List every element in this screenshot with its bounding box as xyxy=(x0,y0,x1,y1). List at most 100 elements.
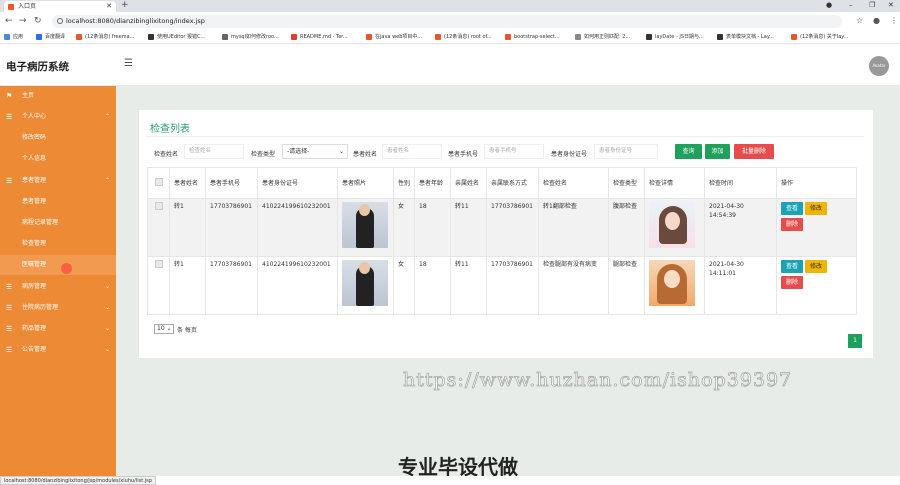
sidebar-group-drugs[interactable]: ☰ 药品管理 ⌄ xyxy=(0,319,116,339)
bookmark-item[interactable]: (12条消息) root of... xyxy=(435,31,501,43)
delete-button[interactable]: 删除 xyxy=(781,276,803,289)
patient-phone-input[interactable]: 患者手机号 xyxy=(484,144,544,159)
page-title: 检查列表 xyxy=(150,124,190,135)
forward-icon[interactable]: → xyxy=(19,15,27,27)
bookmark-item[interactable]: 使用UEditor 报错C... xyxy=(148,31,218,43)
add-button[interactable]: 添加 xyxy=(705,144,730,159)
search-button[interactable]: 查询 xyxy=(675,144,702,159)
cell-gender: 女 xyxy=(393,198,415,257)
bookmark-icon xyxy=(575,34,581,40)
patient-idcard-input[interactable]: 患者身份证号 xyxy=(594,144,658,159)
chevron-down-icon: ⌄ xyxy=(104,304,110,311)
maximize-icon[interactable]: ❐ xyxy=(869,0,875,11)
edit-button[interactable]: 修改 xyxy=(805,202,827,215)
sidebar-item-course-records[interactable]: 病程记录管理 xyxy=(0,213,116,233)
url-text: localhost:8080/dianzibinglixitong/index.… xyxy=(66,17,205,25)
chevron-down-icon: ⌄ xyxy=(104,325,110,332)
cell-relative: 转11 xyxy=(450,198,487,257)
menu-icon: ☰ xyxy=(6,177,13,185)
close-tab-icon[interactable]: ✕ xyxy=(106,1,112,12)
view-button[interactable]: 查看 xyxy=(781,260,803,273)
delete-button[interactable]: 删除 xyxy=(781,218,803,231)
bookmark-icon xyxy=(76,34,82,40)
bookmark-item[interactable]: 百度翻译 xyxy=(36,31,72,43)
bookmark-item[interactable]: bootstrap-select... xyxy=(505,31,571,43)
menu-dots-icon[interactable]: ⋮ xyxy=(890,15,898,27)
cell-patient: 转1 xyxy=(169,198,206,257)
sidebar: ⚑ 主页 ☰ 个人中心 ⌃ 修改密码 个人信息 ☰ 患者管理 ⌃ 患者管理 病程记录管理 … xyxy=(0,86,116,476)
bookmark-star-icon[interactable]: ☆ xyxy=(856,15,863,27)
sidebar-item-orders[interactable]: 医嘱管理 xyxy=(0,255,116,275)
close-window-icon[interactable]: ✕ xyxy=(888,0,894,11)
column-header: 患者手机号 xyxy=(205,167,258,199)
column-header: 患者姓名 xyxy=(169,167,206,199)
row-checkbox[interactable] xyxy=(154,202,163,210)
url-input[interactable]: localhost:8080/dianzibinglixitong/index.… xyxy=(52,15,842,28)
bookmark-item[interactable]: 如何用正则匹配: 2... xyxy=(575,31,641,43)
cell-relative-phone: 17703786901 xyxy=(486,198,539,257)
page-number-button[interactable]: 1 xyxy=(848,334,862,348)
view-button[interactable]: 查看 xyxy=(781,202,803,215)
sidebar-item-patient-mgmt[interactable]: 患者管理 xyxy=(0,192,116,212)
cell-phone: 17703786901 xyxy=(205,198,258,257)
cell-relative: 转11 xyxy=(450,256,487,315)
profile-indicator-icon[interactable]: ● xyxy=(826,0,832,11)
column-header: 性别 xyxy=(393,167,415,199)
table-row: 转1 17703786901 410224199610232001 女 18 转… xyxy=(147,198,857,257)
sidebar-item-check-mgmt[interactable]: 检查管理 xyxy=(0,234,116,254)
avatar[interactable]: Avatar xyxy=(869,56,889,76)
check-table: 患者姓名 患者手机号 患者身份证号 患者照片 性别 患者年龄 亲属姓名 亲属联系… xyxy=(147,167,857,315)
sidebar-item-home[interactable]: ⚑ 主页 xyxy=(0,86,116,106)
check-type-select[interactable]: -请选择- ⌄ xyxy=(282,144,348,159)
new-tab-icon[interactable]: + xyxy=(121,0,129,11)
sidebar-item-change-password[interactable]: 修改密码 xyxy=(0,128,116,148)
menu-icon: ☰ xyxy=(6,304,13,312)
back-icon[interactable]: ← xyxy=(5,15,13,27)
bookmark-item[interactable]: 在java web项目中... xyxy=(366,31,432,43)
minimize-icon[interactable]: – xyxy=(849,0,853,11)
bookmark-item[interactable]: 应用 xyxy=(4,31,34,43)
site-info-icon[interactable] xyxy=(57,18,63,24)
browser-tab[interactable]: 入口页 ✕ xyxy=(4,1,116,12)
sidebar-toggle-icon[interactable]: ☰ xyxy=(124,58,133,69)
sidebar-group-inpatient[interactable]: ☰ 住院病历管理 ⌄ xyxy=(0,298,116,318)
sidebar-group-wards[interactable]: ☰ 病房管理 ⌄ xyxy=(0,277,116,297)
page-size-select[interactable]: 10 ⌄ xyxy=(154,324,174,334)
sidebar-item-personal-info[interactable]: 个人信息 xyxy=(0,149,116,169)
filter-label: 检查姓名 xyxy=(154,151,179,158)
patient-photo xyxy=(342,260,388,306)
bookmark-item[interactable]: (12条消息) freema... xyxy=(76,31,145,43)
filter-label: 患者身份证号 xyxy=(551,151,588,158)
sidebar-group-notices[interactable]: ☰ 公告管理 ⌄ xyxy=(0,340,116,360)
address-bar: ← → ↻ localhost:8080/dianzibinglixitong/… xyxy=(0,12,900,30)
column-header: 检查类型 xyxy=(608,167,645,199)
status-url: localhost:8080/dianzibinglixitong/jsp/mo… xyxy=(0,476,156,485)
select-all-checkbox[interactable] xyxy=(154,177,163,186)
column-header: 检查详情 xyxy=(644,167,705,199)
reload-icon[interactable]: ↻ xyxy=(34,15,42,27)
column-header: 检查时间 xyxy=(704,167,777,199)
bookmark-icon xyxy=(435,34,441,40)
cell-patient: 转1 xyxy=(169,256,206,315)
bookmark-item[interactable]: mysql如何修改roo... xyxy=(222,31,288,43)
account-icon[interactable]: ● xyxy=(873,15,880,27)
menu-icon: ☰ xyxy=(6,113,13,121)
patient-photo xyxy=(342,202,388,248)
edit-button[interactable]: 修改 xyxy=(805,260,827,273)
filter-label: 检查类型 xyxy=(251,151,276,158)
cell-age: 18 xyxy=(414,256,451,315)
bookmark-item[interactable]: layDate - JS日期与... xyxy=(646,31,712,43)
patient-name-input[interactable]: 患者姓名 xyxy=(382,144,442,159)
sidebar-group-profile[interactable]: ☰ 个人中心 ⌃ xyxy=(0,107,116,127)
column-header: 患者年龄 xyxy=(414,167,451,199)
column-header: 患者照片 xyxy=(337,167,394,199)
bookmark-item[interactable]: README.md - Ter... xyxy=(291,31,357,43)
filter-label: 患者姓名 xyxy=(353,151,378,158)
batch-delete-button[interactable]: 批量删除 xyxy=(734,144,774,159)
chevron-down-icon: ⌄ xyxy=(104,346,110,353)
row-checkbox[interactable] xyxy=(154,260,163,268)
bookmark-item[interactable]: 表单模块文档 - Lay... xyxy=(717,31,787,43)
check-name-input[interactable]: 检查姓名 xyxy=(184,144,244,159)
bookmark-item[interactable]: (12条消息) 关于lay... xyxy=(791,31,861,43)
sidebar-group-patients[interactable]: ☰ 患者管理 ⌃ xyxy=(0,171,116,191)
